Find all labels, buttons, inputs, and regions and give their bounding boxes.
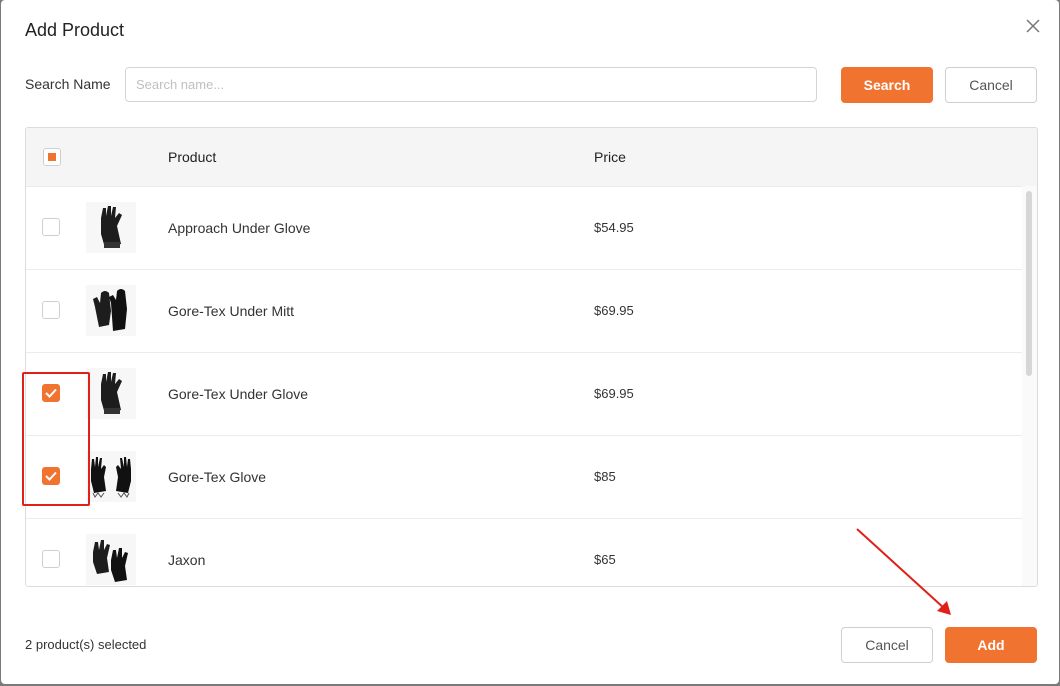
close-icon bbox=[1026, 19, 1040, 33]
product-name: Gore-Tex Under Mitt bbox=[168, 303, 295, 319]
table-row[interactable]: Jaxon $65 bbox=[26, 519, 1022, 586]
product-name: Approach Under Glove bbox=[168, 220, 311, 236]
table-row[interactable]: Gore-Tex Under Glove $69.95 bbox=[26, 353, 1022, 436]
mitt-icon bbox=[93, 288, 127, 331]
glove-pair-icon bbox=[91, 456, 131, 498]
add-button[interactable]: Add bbox=[945, 627, 1037, 663]
product-price: $54.95 bbox=[594, 220, 634, 235]
row-checkbox[interactable] bbox=[42, 384, 60, 402]
column-header-product: Product bbox=[168, 149, 217, 165]
close-button[interactable] bbox=[1021, 14, 1045, 38]
product-price: $65 bbox=[594, 552, 616, 567]
glove-pair-icon bbox=[93, 539, 128, 582]
search-input[interactable] bbox=[125, 67, 817, 102]
row-checkbox[interactable] bbox=[42, 550, 60, 568]
select-all-checkbox[interactable] bbox=[43, 148, 61, 166]
cancel-button[interactable]: Cancel bbox=[841, 627, 933, 663]
product-table: Product Price Approach Under Glove $54.9… bbox=[25, 127, 1038, 587]
product-price: $85 bbox=[594, 469, 616, 484]
table-scrollbar[interactable] bbox=[1022, 186, 1037, 586]
row-checkbox[interactable] bbox=[42, 467, 60, 485]
product-thumbnail bbox=[86, 202, 136, 253]
column-header-price: Price bbox=[594, 149, 626, 165]
table-row[interactable]: Gore-Tex Glove $85 bbox=[26, 436, 1022, 519]
product-thumbnail bbox=[86, 534, 136, 585]
add-product-dialog: Add Product Search Name Search Cancel Pr… bbox=[1, 0, 1059, 684]
scrollbar-thumb[interactable] bbox=[1026, 191, 1032, 376]
single-glove-icon bbox=[101, 205, 122, 248]
product-price: $69.95 bbox=[594, 386, 634, 401]
product-name: Jaxon bbox=[168, 552, 206, 568]
dialog-title: Add Product bbox=[25, 20, 125, 40]
single-glove-icon bbox=[101, 371, 122, 414]
selected-count: 2 product(s) selected bbox=[25, 637, 147, 652]
product-price: $69.95 bbox=[594, 303, 634, 318]
search-button[interactable]: Search bbox=[841, 67, 933, 103]
search-cancel-button[interactable]: Cancel bbox=[945, 67, 1037, 103]
product-thumbnail bbox=[86, 368, 136, 419]
product-thumbnail bbox=[86, 285, 136, 336]
search-label: Search Name bbox=[25, 76, 111, 92]
product-name: Gore-Tex Glove bbox=[168, 469, 267, 485]
product-thumbnail bbox=[86, 451, 136, 502]
table-row[interactable]: Approach Under Glove $54.95 bbox=[26, 187, 1022, 270]
product-name: Gore-Tex Under Glove bbox=[168, 386, 309, 402]
table-header: Product Price bbox=[26, 128, 1037, 187]
row-checkbox[interactable] bbox=[42, 301, 60, 319]
table-row[interactable]: Gore-Tex Under Mitt $69.95 bbox=[26, 270, 1022, 353]
row-checkbox[interactable] bbox=[42, 218, 60, 236]
